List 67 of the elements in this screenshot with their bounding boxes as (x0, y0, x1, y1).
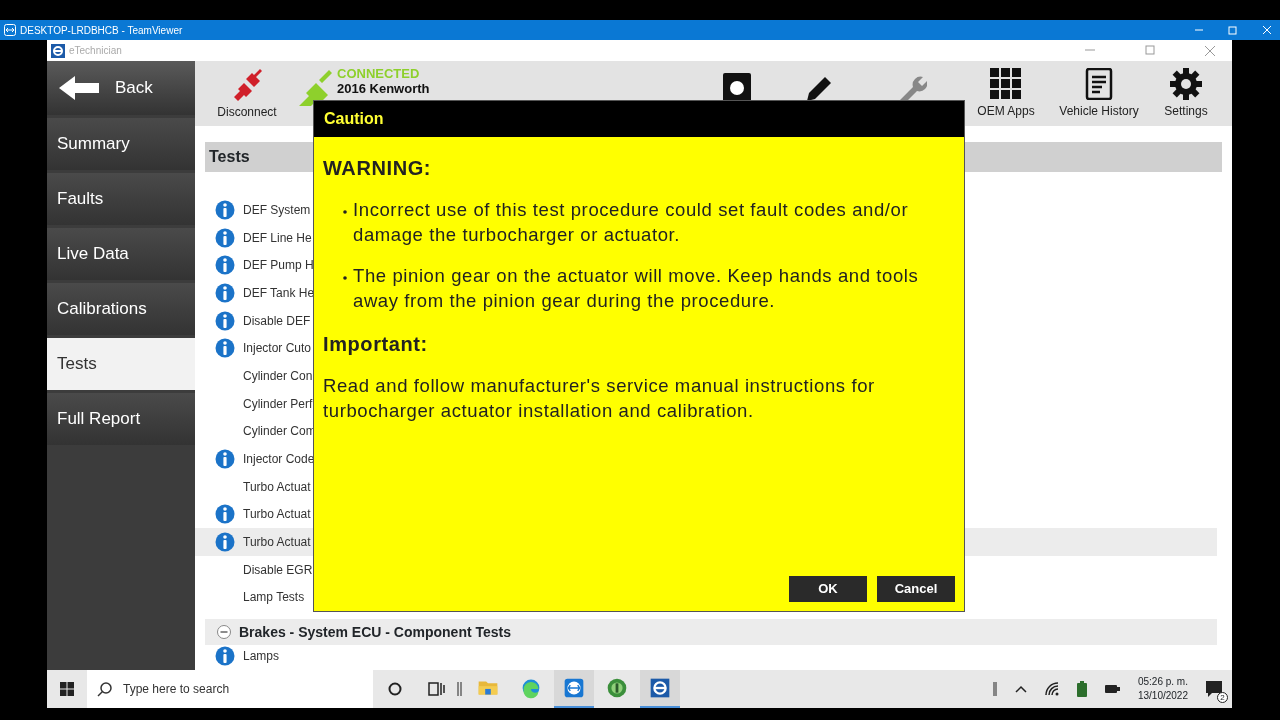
notification-icon[interactable] (1204, 679, 1224, 699)
sidebar-item[interactable]: Tests (47, 338, 195, 390)
test-item[interactable]: DEF System (243, 200, 311, 219)
bullet-icon (343, 276, 347, 280)
test-item[interactable]: Disable EGR (243, 560, 313, 579)
taskbar-app[interactable] (640, 670, 680, 708)
sidebar-item[interactable]: Full Report (47, 393, 195, 445)
taskbar-app[interactable] (554, 670, 594, 708)
test-item[interactable]: Disable DEF (243, 311, 311, 330)
warning-text: The pinion gear on the actuator will move. Keep hands and tools away from the pinion gear during the procedure. (353, 264, 920, 313)
cancel-button[interactable]: Cancel (877, 576, 955, 602)
test-item[interactable]: Injector Code (243, 450, 315, 469)
sidebar-item[interactable]: Summary (47, 118, 195, 170)
ok-button[interactable]: OK (789, 576, 867, 602)
test-item[interactable]: Lamps (243, 647, 280, 666)
settings-button[interactable]: Settings (1143, 67, 1229, 120)
test-item[interactable]: Turbo Actuat (243, 505, 311, 524)
connection-status: CONNECTED (337, 66, 421, 81)
test-item[interactable]: DEF Line He (243, 228, 312, 247)
clock-time: 05:26 p. m. (1137, 675, 1188, 689)
info-icon (215, 199, 235, 220)
clock-date: 13/10/2022 (1137, 689, 1188, 703)
close-icon[interactable] (1204, 44, 1216, 57)
notification-count: 2 (1217, 692, 1228, 703)
sidebar-item[interactable]: Faults (47, 173, 195, 225)
test-item[interactable]: DEF Pump H (243, 256, 314, 275)
info-icon (215, 338, 235, 359)
back-arrow-icon (57, 74, 101, 102)
dialog-heading: Important: (323, 332, 429, 357)
info-icon (215, 310, 235, 331)
apps-button[interactable]: OEM Apps (963, 67, 1049, 120)
app-logo-icon (51, 43, 65, 58)
test-item[interactable]: Lamp Tests (243, 588, 305, 607)
collapse-icon[interactable] (217, 625, 231, 640)
category-header: Brakes - System ECU - Component Tests (239, 622, 512, 642)
dialog-title: Caution (314, 101, 964, 137)
power-plug-icon[interactable] (1103, 682, 1122, 696)
history-button[interactable]: Vehicle History (1056, 67, 1142, 120)
bullet-icon (343, 210, 347, 214)
instruction-text: Read and follow manufacturer's service manual instructions for turbocharger actuator installation and calibration. (323, 374, 876, 423)
info-icon (215, 532, 235, 553)
info-icon (215, 504, 235, 525)
info-icon (215, 282, 235, 303)
window-title: DESKTOP-LRDBHCB - TeamViewer (20, 23, 183, 38)
info-icon (215, 449, 235, 470)
search-icon (97, 681, 113, 697)
info-icon (215, 646, 235, 667)
sidebar-item[interactable]: Calibrations (47, 283, 195, 335)
back-button[interactable]: Back (47, 61, 195, 115)
test-item[interactable]: Injector Cuto (243, 339, 312, 358)
test-item[interactable]: Cylinder Con (243, 366, 313, 385)
disconnect-button[interactable]: Disconnect (205, 66, 289, 121)
app-title: eTechnician (69, 44, 122, 58)
battery-icon[interactable] (1075, 680, 1088, 698)
test-item[interactable]: Cylinder Perf (243, 394, 313, 413)
vehicle-name: 2016 Kenworth (337, 81, 430, 96)
info-icon (215, 255, 235, 276)
wifi-icon[interactable] (1043, 681, 1060, 697)
sidebar-item[interactable]: Live Data (47, 228, 195, 280)
test-item[interactable]: Turbo Actuat (243, 477, 311, 496)
info-icon (215, 227, 235, 248)
teamviewer-icon (4, 24, 16, 36)
warning-text: Incorrect use of this test procedure could set fault codes and/or damage the turbocharger or actuator. (353, 198, 910, 247)
search-field[interactable]: Type here to search (87, 670, 373, 708)
divider-icon (991, 679, 998, 699)
test-item[interactable]: DEF Tank He (243, 283, 315, 302)
test-item[interactable]: Turbo Actuat (243, 533, 311, 552)
